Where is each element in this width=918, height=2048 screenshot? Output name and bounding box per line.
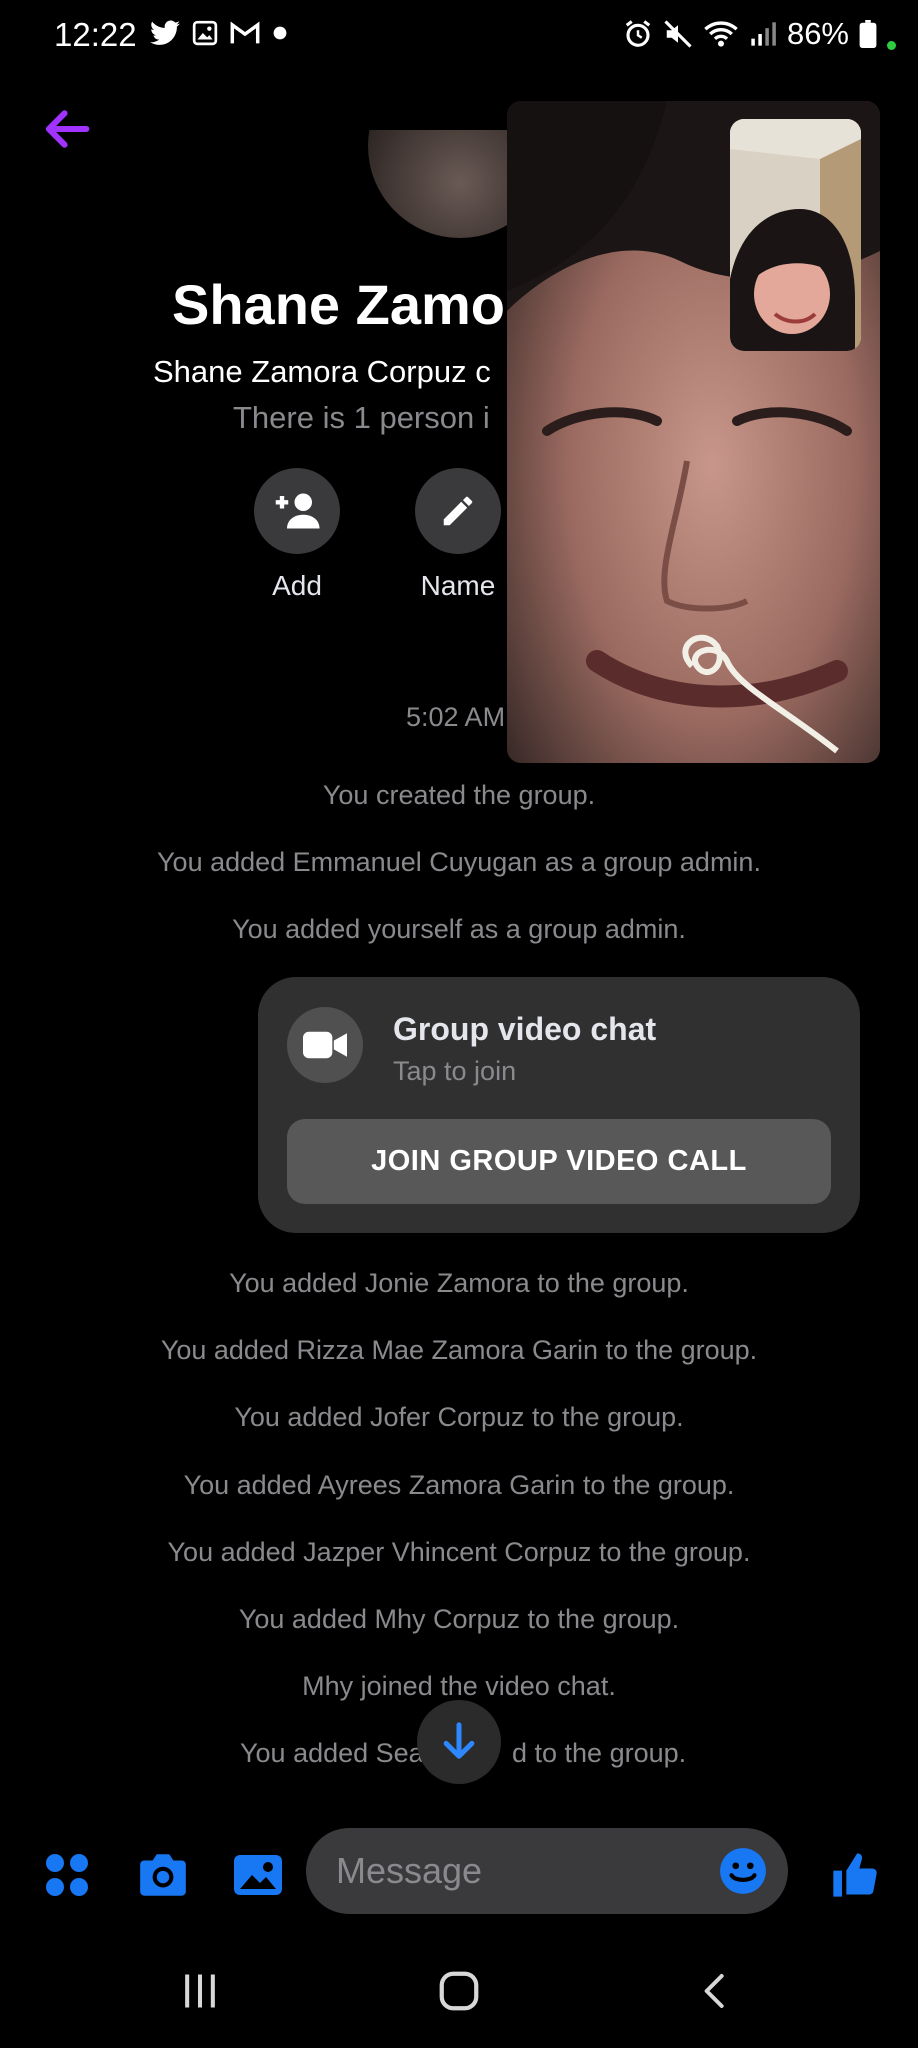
home-button[interactable]	[424, 1966, 494, 2016]
add-member-button[interactable]: Add	[237, 468, 357, 602]
self-view-video[interactable]	[730, 119, 861, 351]
apps-icon	[46, 1854, 88, 1896]
video-camera-badge	[287, 1007, 363, 1083]
scroll-to-bottom-button[interactable]	[417, 1700, 501, 1784]
like-icon	[833, 1853, 877, 1897]
camera-icon	[140, 1854, 186, 1896]
edit-name-button[interactable]: Name	[398, 468, 518, 602]
group-video-chat-card[interactable]: Group video chat Tap to join JOIN GROUP …	[258, 977, 860, 1233]
signal-icon	[751, 22, 776, 46]
message-input-container[interactable]	[306, 1828, 788, 1914]
system-message: You added Mhy Corpuz to the group.	[238, 1604, 680, 1634]
privacy-indicator	[887, 40, 896, 50]
name-label: Name	[420, 570, 496, 601]
gallery-icon	[192, 20, 218, 46]
group-title: Shane Zamor	[172, 273, 527, 336]
battery-icon	[859, 20, 877, 48]
mute-icon	[664, 20, 692, 48]
message-input[interactable]	[336, 1828, 696, 1914]
pencil-icon	[443, 496, 473, 526]
like-button[interactable]	[825, 1845, 885, 1905]
system-message: You added Emmanuel Cuyugan as a group ad…	[157, 847, 761, 877]
battery-percent: 86%	[786, 16, 849, 51]
photo-icon	[234, 1855, 282, 1895]
group-subtitle: Shane Zamora Corpuz c	[153, 354, 491, 389]
dot-icon	[273, 26, 287, 40]
system-back-button[interactable]	[680, 1966, 750, 2016]
system-message: You added Rizza Mae Zamora Garin to the …	[160, 1335, 758, 1365]
recent-apps-icon	[185, 1974, 215, 2008]
system-message: You added yourself as a group admin.	[232, 914, 686, 944]
system-message-partial-right: d to the group.	[512, 1738, 687, 1768]
camera-button[interactable]	[133, 1845, 193, 1905]
home-icon	[439, 1971, 479, 2011]
chevron-left-icon	[704, 1974, 724, 2008]
system-message: Mhy joined the video chat.	[302, 1671, 616, 1701]
join-video-call-button[interactable]: JOIN GROUP VIDEO CALL	[287, 1119, 831, 1204]
status-time: 12:22	[54, 16, 137, 53]
recent-apps-button[interactable]	[165, 1966, 235, 2016]
video-chat-subtitle: Tap to join	[393, 1056, 517, 1086]
add-person-icon	[275, 493, 320, 529]
member-count: There is 1 person i	[233, 400, 490, 435]
system-message: You added Jonie Zamora to the group.	[229, 1268, 689, 1298]
video-camera-icon	[303, 1031, 347, 1059]
back-button[interactable]	[38, 100, 96, 158]
twitter-icon	[150, 20, 180, 45]
arrow-down-icon	[443, 1722, 475, 1759]
wifi-icon	[704, 21, 738, 47]
system-message: You added Ayrees Zamora Garin to the gro…	[183, 1470, 735, 1500]
status-bar: 12:22 86%	[0, 0, 918, 72]
gmail-icon	[230, 21, 260, 44]
system-message: You added Jofer Corpuz to the group.	[234, 1402, 684, 1432]
apps-button[interactable]	[37, 1845, 97, 1905]
add-label: Add	[272, 570, 322, 601]
system-message-partial-left: You added Sea	[240, 1738, 424, 1768]
back-arrow-icon	[45, 110, 90, 148]
system-message: You added Jazper Vhincent Corpuz to the …	[167, 1537, 751, 1567]
system-message: You created the group.	[322, 780, 596, 810]
message-timestamp: 5:02 AM	[406, 702, 506, 732]
emoji-icon[interactable]	[718, 1846, 768, 1896]
video-chat-title: Group video chat	[393, 1011, 657, 1047]
gallery-button[interactable]	[228, 1845, 288, 1905]
self-participant-video	[730, 119, 861, 351]
alarm-icon	[625, 20, 651, 47]
